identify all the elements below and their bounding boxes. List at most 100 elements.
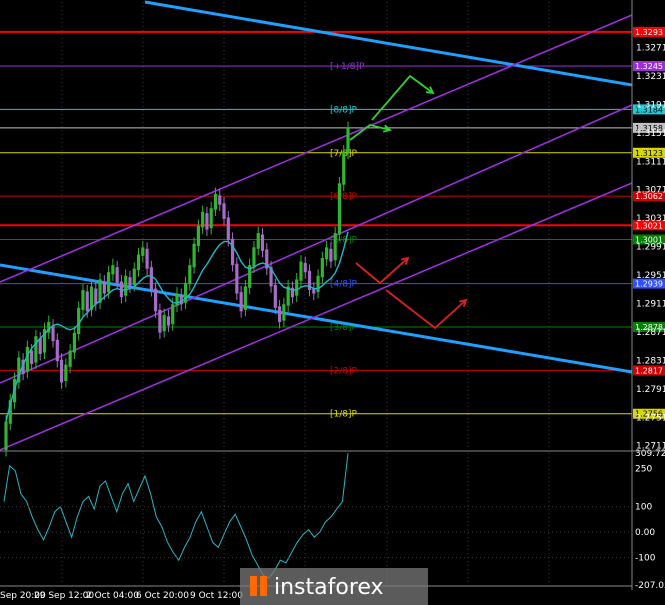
candle-body-74 [320,258,324,278]
candle-body-64 [278,306,282,322]
candle-body-25 [111,265,115,275]
candle-body-53 [230,238,235,266]
osc-tick-2: 100 [635,503,652,513]
candle-body-59 [256,233,260,249]
candle-body-77 [333,233,337,261]
candle-body-46 [201,211,205,228]
candle-body-11 [51,325,55,342]
osc-tick-5: -207.059 [635,581,665,591]
candle-body-30 [132,268,136,286]
candle-body-26 [115,267,119,283]
price-tick-3: 1.3151 [636,129,665,139]
level-badge-text-10: 1.2817 [635,366,663,375]
price-tick-6: 1.3031 [636,214,665,224]
level-label-1: [+1/8]P [330,62,365,72]
forex-chart: 1.3293[+1/8]P1.3245[8/8]P1.31841.3158[7/… [0,0,665,605]
candle-body-50 [218,195,222,205]
level-label-10: [2/8]P [330,366,358,376]
level-badge-text-1: 1.3245 [635,62,663,71]
candle-body-76 [329,248,333,262]
candle-body-54 [235,263,239,294]
candle-body-79 [342,151,346,185]
candle-body-49 [213,194,218,210]
candle-body-68 [295,279,299,296]
price-tick-1: 1.3231 [636,72,665,82]
osc-tick-4: -100 [635,554,656,564]
candle-body-44 [192,243,196,268]
level-label-2: [8/8]P [330,105,358,115]
candle-body-13 [59,359,64,383]
price-tick-9: 1.2911 [636,300,665,310]
candle-body-38 [166,316,171,326]
candle-body-73 [316,275,320,293]
candle-body-72 [312,288,316,294]
candle-body-40 [175,293,179,306]
price-tick-10: 1.2871 [636,328,665,338]
candle-body-51 [222,203,226,219]
watermark-text: instaforex [274,575,384,600]
candle-body-45 [196,226,200,246]
level-label-11: [1/8]P [330,410,358,420]
candle-body-32 [141,247,145,256]
candle-body-52 [226,217,230,241]
candle-body-55 [239,292,243,312]
candle-body-43 [188,265,192,285]
time-label-4: 9 Oct 12:00 [190,591,243,601]
price-tick-2: 1.3191 [636,100,665,110]
osc-tick-1: 250 [635,464,652,474]
candle-body-69 [299,261,303,281]
candle-body-56 [243,286,247,310]
candle-body-65 [282,304,286,321]
watermark-logo-mark [250,576,257,596]
price-tick-11: 1.2831 [636,356,665,366]
candle-body-33 [145,248,149,269]
candle-body-48 [209,208,213,229]
price-tick-0: 1.3271 [636,44,665,54]
candle-body-78 [337,183,342,235]
candle-body-39 [171,304,175,325]
candle-body-28 [124,275,128,296]
candle-body-75 [325,247,329,260]
price-tick-5: 1.3071 [636,186,665,196]
level-label-8: [4/8]P [330,280,358,290]
candle-body-37 [162,314,166,332]
candle-body-18 [81,290,85,310]
candle-body-12 [55,339,59,362]
time-label-2: 2 Oct 04:00 [86,591,139,601]
level-badge-text-0: 1.3293 [635,28,663,37]
candle-body-47 [205,213,209,230]
price-tick-14: 1.2711 [636,442,665,452]
candle-body-14 [64,364,68,382]
candle-body-63 [273,285,277,308]
price-tick-12: 1.2791 [636,385,665,395]
watermark-logo-mark-2 [260,576,267,596]
candle-body-7 [34,336,38,363]
level-label-5: [6/8]P [330,192,358,202]
candle-body-36 [158,309,162,333]
price-tick-13: 1.2751 [636,413,665,423]
candle-body-31 [136,254,141,271]
candle-body-80 [346,127,350,153]
candle-body-70 [303,262,307,273]
candle-body-23 [102,281,106,294]
candle-body-17 [77,307,81,335]
candle-body-29 [128,277,132,287]
osc-tick-3: 0.00 [635,528,655,538]
candle-body-34 [149,267,153,290]
candle-body-58 [252,247,256,267]
candle-body-24 [107,272,111,293]
candle-body-35 [154,288,158,312]
candle-body-19 [85,291,89,312]
price-tick-4: 1.3111 [636,157,665,167]
candle-body-21 [94,288,98,305]
candle-body-60 [260,234,265,251]
candle-body-15 [68,350,72,367]
candle-body-0 [4,421,8,450]
price-tick-8: 1.2951 [636,271,665,281]
candle-body-41 [179,294,183,305]
candle-body-6 [30,350,34,364]
watermark: instaforex [240,568,428,605]
price-tick-7: 1.2991 [636,243,665,253]
candle-body-16 [72,332,76,353]
time-label-3: 6 Oct 20:00 [136,591,189,601]
